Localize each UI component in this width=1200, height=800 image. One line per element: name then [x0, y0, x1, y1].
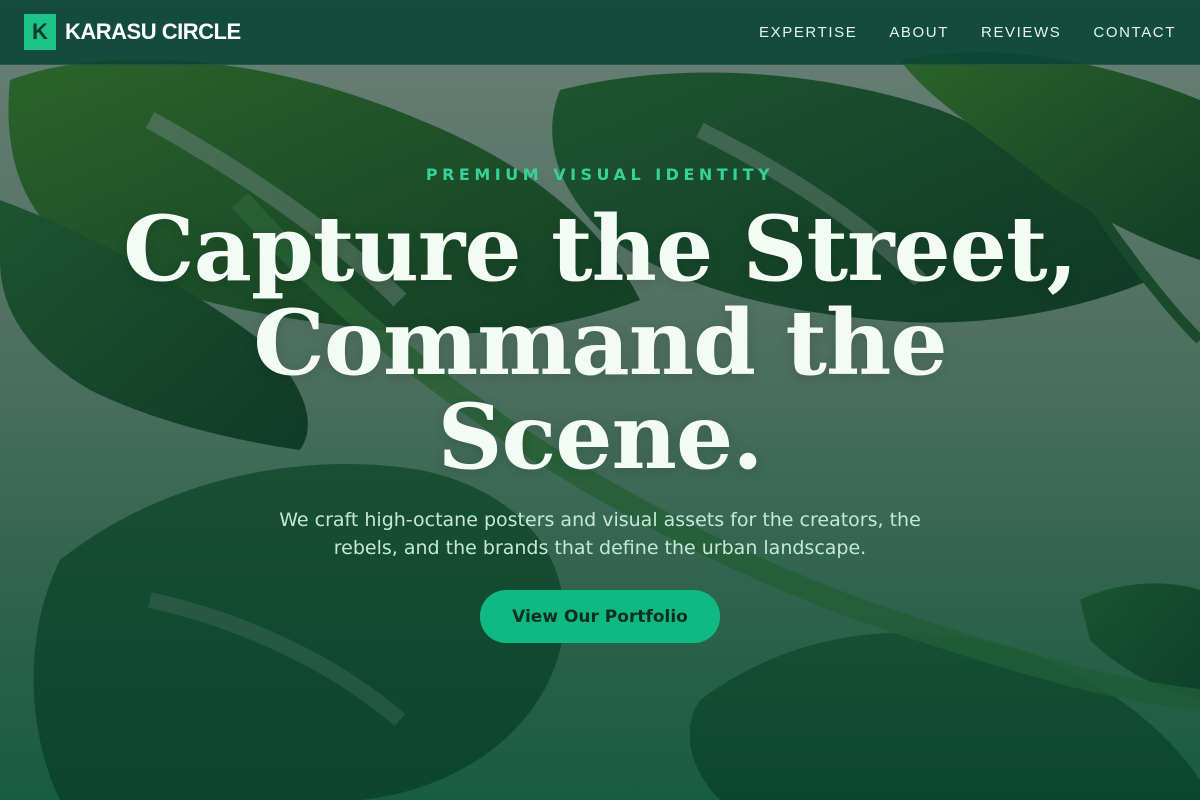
brand-logo-link[interactable]: K KARASU CIRCLE	[24, 14, 241, 50]
headline-line-3: Scene.	[437, 384, 763, 490]
hero-eyebrow: PREMIUM VISUAL IDENTITY	[425, 165, 775, 184]
top-navbar: K KARASU CIRCLE EXPERTISE ABOUT REVIEWS …	[0, 0, 1200, 65]
headline-line-2: Command the	[253, 290, 947, 396]
hero-subtitle: We craft high-octane posters and visual …	[279, 509, 921, 559]
brand-mark-icon: K	[24, 14, 56, 50]
hero-headline: Capture the Street, Command the Scene.	[100, 202, 1100, 484]
headline-line-1: Capture the Street,	[123, 196, 1078, 302]
nav-link-expertise[interactable]: EXPERTISE	[759, 24, 857, 41]
brand-name: KARASU CIRCLE	[65, 19, 241, 44]
view-portfolio-button[interactable]: View Our Portfolio	[480, 590, 720, 643]
hero-section: PREMIUM VISUAL IDENTITY Capture the Stre…	[0, 160, 1200, 643]
nav-links: EXPERTISE ABOUT REVIEWS CONTACT	[759, 24, 1176, 41]
nav-link-about[interactable]: ABOUT	[889, 24, 949, 41]
nav-link-reviews[interactable]: REVIEWS	[981, 24, 1061, 41]
nav-link-contact[interactable]: CONTACT	[1093, 24, 1176, 41]
